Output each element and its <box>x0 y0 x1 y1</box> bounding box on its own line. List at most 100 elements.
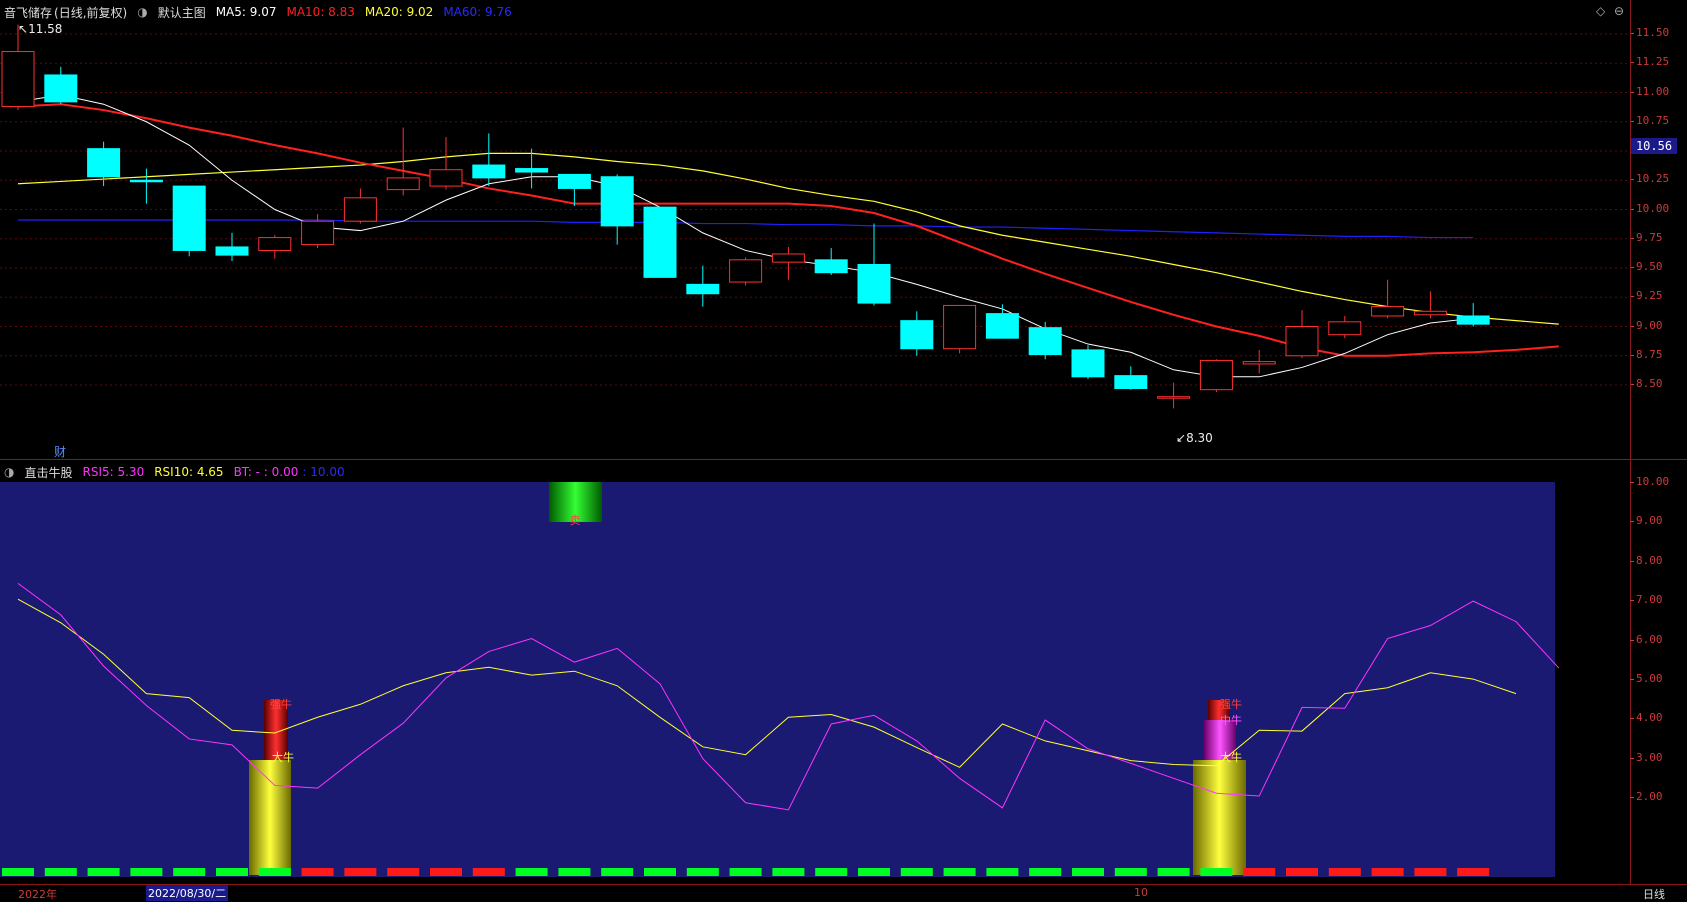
signal-strip-block <box>1200 868 1233 876</box>
mid-bull-label: 中牛 <box>1220 713 1242 727</box>
signal-strip-block <box>1072 868 1104 876</box>
indicator-tick: 2.00 <box>1630 790 1663 803</box>
candle-body <box>1456 315 1490 325</box>
indicator-tick: 6.00 <box>1630 632 1663 646</box>
price-tick: 9.25 <box>1630 289 1663 303</box>
low-price-label: ↙8.30 <box>1176 431 1213 445</box>
price-tick: 9.75 <box>1630 230 1663 244</box>
signal-strip-block <box>900 868 933 876</box>
signal-strip-block <box>1029 868 1062 876</box>
signal-strip-block <box>301 868 334 876</box>
chart-mode[interactable]: 默认主图 <box>158 4 206 21</box>
signal-strip-block <box>2 868 34 876</box>
signal-strip-block <box>173 868 206 876</box>
candle-body <box>729 259 763 283</box>
stock-name[interactable]: 音飞储存 <box>4 4 52 21</box>
big-bull-bar <box>249 760 291 875</box>
price-tick: 9.50 <box>1630 260 1663 273</box>
signal-strip-block <box>87 868 120 876</box>
candle-body <box>1328 321 1362 336</box>
signal-strip-block <box>216 868 248 876</box>
mode-toggle-icon[interactable]: ◑ <box>137 5 147 19</box>
candle-body <box>1114 375 1148 390</box>
signal-strip-block <box>1328 868 1361 876</box>
candle-body <box>1242 361 1276 365</box>
price-tick: 9.00 <box>1630 318 1663 332</box>
candle-body <box>943 304 977 350</box>
candle-body <box>343 197 377 222</box>
signal-strip-block <box>815 868 848 876</box>
candle-body <box>87 148 121 178</box>
signal-strip-block <box>943 868 976 876</box>
candle-body <box>900 320 934 350</box>
signal-strip-block <box>686 868 719 876</box>
finance-marker[interactable]: 财 <box>54 443 66 460</box>
candlestick-chart[interactable] <box>0 24 1630 456</box>
candle-body <box>44 74 78 103</box>
strong-bull-label: 强牛 <box>270 697 292 711</box>
price-tick: 10.75 <box>1629 113 1670 127</box>
signal-strip-block <box>558 868 591 876</box>
indicator-tick: 9.00 <box>1630 514 1663 528</box>
candle-body <box>301 220 335 246</box>
bt-label: BT: - : 0.00 <box>233 465 299 479</box>
price-tick: 10.25 <box>1629 172 1670 186</box>
month-label: 10 <box>1134 886 1148 899</box>
main-chart-header: 音飞储存 (日线,前复权) ◑ 默认主图 MA5: 9.07 MA10: 8.8… <box>0 0 1620 24</box>
candle-body <box>429 169 463 187</box>
candle-body <box>1 51 35 108</box>
signal-strip-block <box>472 868 505 876</box>
candle-body <box>814 259 848 274</box>
ma60-label: MA60: 9.76 <box>443 5 512 19</box>
price-tick: 8.75 <box>1630 347 1663 361</box>
price-tick: 11.25 <box>1629 55 1670 69</box>
rsi10-label: RSI10: 4.65 <box>154 465 224 479</box>
candle-body <box>985 313 1019 339</box>
strong-bull-label: 强牛 <box>1220 697 1242 711</box>
candle-body <box>1028 327 1062 356</box>
rsi5-label: RSI5: 5.30 <box>82 465 145 479</box>
candle-body <box>515 168 549 173</box>
signal-strip-block <box>430 868 462 876</box>
indicator-toggle-icon[interactable]: ◑ <box>4 465 14 479</box>
signal-strip-block <box>130 868 163 876</box>
price-tick: 11.50 <box>1629 26 1670 39</box>
candle-body <box>771 253 805 263</box>
indicator-tick: 5.00 <box>1630 671 1663 685</box>
diamond-icon[interactable]: ◇ <box>1596 4 1605 18</box>
date-axis: 2022年 2022/08/30/二 10 日线 <box>0 884 1687 901</box>
signal-strip-block <box>387 868 420 876</box>
candle-body <box>1199 359 1233 391</box>
candle-body <box>1285 326 1319 357</box>
collapse-icon[interactable]: ⊖ <box>1614 4 1624 18</box>
indicator-tick: 3.00 <box>1630 750 1663 764</box>
indicator-name[interactable]: 直击牛股 <box>24 464 72 481</box>
price-axis: 11.5011.2511.0010.7510.5010.2510.009.759… <box>1629 0 1687 459</box>
cursor-date: 2022/08/30/二 <box>146 885 229 901</box>
candle-body <box>643 206 677 278</box>
signal-strip-block <box>1157 868 1190 876</box>
indicator-header: ◑ 直击牛股 RSI5: 5.30 RSI10: 4.65 BT: - : 0.… <box>0 462 345 482</box>
candle-body <box>1157 396 1191 399</box>
indicator-tick: 7.00 <box>1630 593 1663 607</box>
signal-strip-block <box>1414 868 1447 876</box>
candle-body <box>600 176 634 227</box>
indicator-tick: 4.00 <box>1630 711 1663 725</box>
current-price-tag: 10.56 <box>1631 138 1677 154</box>
candle-body <box>1413 310 1447 316</box>
candle-body <box>1071 349 1105 378</box>
indicator-chart[interactable]: 卖大牛 强牛大牛 中牛 强牛 <box>0 482 1630 882</box>
signal-strip-block <box>44 868 77 876</box>
extra-label: : 10.00 <box>302 465 345 479</box>
signal-strip-block <box>601 868 634 876</box>
ma10-line <box>17 103 1559 357</box>
candle-body <box>129 179 163 183</box>
price-tick: 11.00 <box>1629 84 1670 98</box>
signal-strip-block <box>858 868 890 876</box>
pane-divider[interactable] <box>0 459 1687 460</box>
period-mode: (日线,前复权) <box>54 5 128 20</box>
ma5-label: MA5: 9.07 <box>215 5 277 19</box>
price-tick: 10.00 <box>1629 201 1670 215</box>
indicator-background <box>0 482 1555 877</box>
signal-strip-block <box>644 868 676 876</box>
